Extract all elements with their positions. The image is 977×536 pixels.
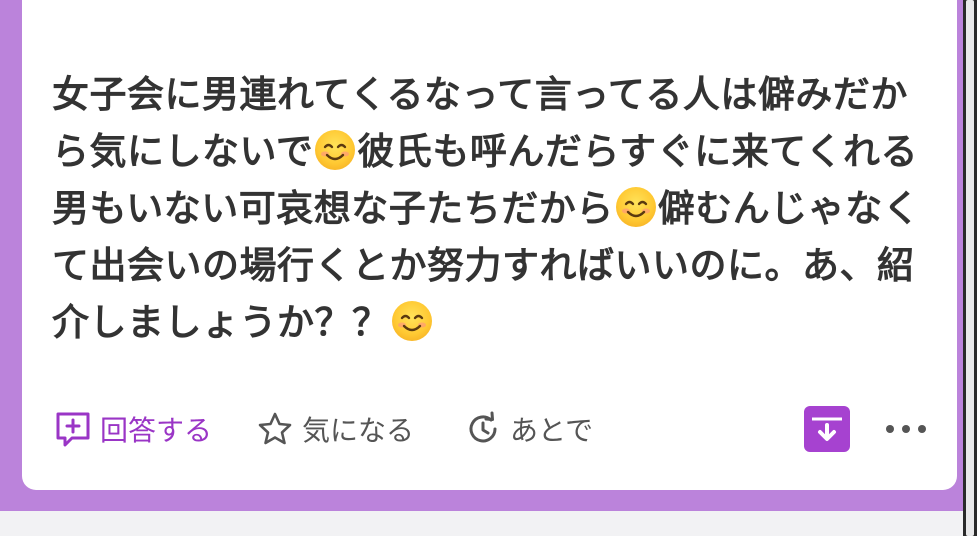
smiling-face-emoji-icon (615, 187, 656, 227)
more-dots-icon (886, 425, 894, 433)
post-line: 男もいない可哀想な子たちだから 僻むんじゃなく (52, 180, 932, 237)
later-button[interactable]: あとで (464, 408, 593, 450)
interest-button[interactable]: 気になる (256, 408, 414, 450)
post-text-segment: 彼氏も呼んだらすぐに来てくれる (357, 130, 919, 173)
scrollbar[interactable] (963, 0, 977, 536)
interest-label: 気になる (302, 414, 415, 447)
post-body: 女子会に男連れてくるなって言ってる人は僻みだか ら気にしないで 彼氏も呼んだらすぐ… (52, 66, 932, 351)
save-button[interactable] (804, 406, 850, 452)
answer-label: 回答する (100, 414, 213, 447)
post-text-segment: ら気にしないで (52, 130, 314, 173)
post-line: ら気にしないで 彼氏も呼んだらすぐに来てくれる (52, 123, 932, 180)
later-label: あとで (510, 414, 594, 447)
answer-button[interactable]: 回答する (54, 408, 212, 450)
scrollbar-thumb[interactable] (966, 0, 974, 536)
smiling-face-emoji-icon (391, 301, 432, 341)
post-text-segment: 男もいない可哀想な子たちだから (52, 187, 614, 230)
more-options-button[interactable] (886, 412, 926, 446)
action-bar: 回答する 気になる あとで (52, 400, 932, 460)
smiling-face-emoji-icon (315, 130, 356, 170)
more-dots-icon (918, 425, 926, 433)
post-text-segment: 介しましょうか？？ (52, 301, 390, 344)
post-line: て出会いの場行くとか努力すればいいのに。あ、紹 (52, 237, 932, 294)
post-text-segment: 僻むんじゃなく (657, 187, 921, 230)
clock-refresh-icon (464, 410, 502, 448)
post-line: 介しましょうか？？ (52, 294, 932, 351)
add-answer-icon (54, 410, 92, 448)
answer-card: 女子会に男連れてくるなって言ってる人は僻みだか ら気にしないで 彼氏も呼んだらすぐ… (22, 0, 957, 490)
post-text-segment: 女子会に男連れてくるなって言ってる人は僻みだか (52, 73, 908, 116)
post-text-segment: て出会いの場行くとか努力すればいいのに。あ、紹 (52, 244, 915, 287)
post-line: 女子会に男連れてくるなって言ってる人は僻みだか (52, 66, 932, 123)
star-icon (256, 410, 294, 448)
more-dots-icon (902, 425, 910, 433)
archive-download-icon (812, 417, 842, 441)
